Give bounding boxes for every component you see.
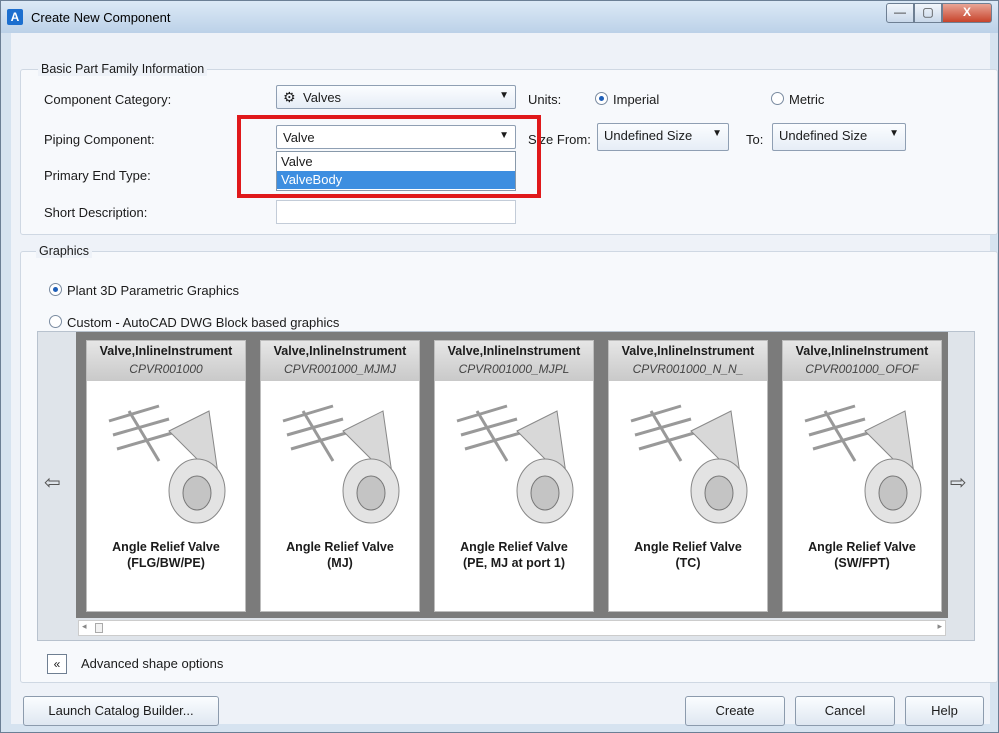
units-label: Units:: [528, 92, 562, 107]
card-type: Valve,InlineInstrument: [447, 344, 581, 358]
card-name-line1: Angle Relief Valve: [808, 540, 916, 554]
window-title: Create New Component: [31, 10, 171, 25]
card-type: Valve,InlineInstrument: [621, 344, 755, 358]
card-code: CPVR001000: [129, 362, 203, 376]
card-name: Angle Relief Valve (SW/FPT): [783, 539, 941, 571]
shape-carousel: ⇦ Valve,InlineInstrument CPVR001000 Angl…: [37, 331, 975, 641]
size-to-value: Undefined Size: [779, 128, 868, 143]
card-code: CPVR001000_MJPL: [458, 362, 570, 376]
component-category-label: Component Category:: [44, 92, 172, 107]
create-button[interactable]: Create: [685, 696, 785, 726]
advanced-shape-options-label[interactable]: Advanced shape options: [81, 656, 223, 671]
shape-card[interactable]: Valve,InlineInstrument CPVR001000_MJMJ A…: [260, 340, 420, 612]
angle-relief-valve-thumbnail: [804, 404, 922, 524]
short-description-input[interactable]: [276, 200, 516, 224]
card-type: Valve,InlineInstrument: [273, 344, 407, 358]
short-description-label: Short Description:: [44, 205, 148, 220]
chevron-down-icon: ▼: [889, 128, 899, 139]
card-name-line1: Angle Relief Valve: [112, 540, 220, 554]
card-header: Valve,InlineInstrument CPVR001000_MJPL: [435, 341, 593, 381]
component-category-combo[interactable]: ⚙ Valves ▼: [276, 85, 516, 109]
basic-info-group-title: Basic Part Family Information: [38, 62, 208, 76]
component-category-value: Valves: [303, 90, 342, 105]
card-name-line2: (PE, MJ at port 1): [462, 556, 566, 570]
card-name-line2: (MJ): [327, 556, 353, 570]
angle-relief-valve-thumbnail: [108, 404, 226, 524]
graphics-group-title: Graphics: [36, 244, 93, 258]
angle-relief-valve-thumbnail: [456, 404, 574, 524]
title-bar: A Create New Component — ▢ X: [1, 1, 998, 33]
create-new-component-window: A Create New Component — ▢ X Basic Part …: [0, 0, 999, 733]
help-button[interactable]: Help: [905, 696, 984, 726]
to-label: To:: [746, 132, 764, 147]
annotation-highlight-box: [237, 115, 541, 198]
maximize-button[interactable]: ▢: [914, 3, 942, 23]
units-imperial-label: Imperial: [613, 92, 660, 107]
units-metric-radio[interactable]: [771, 92, 784, 105]
card-header: Valve,InlineInstrument CPVR001000_OFOF: [783, 341, 941, 381]
horizontal-scrollbar[interactable]: ◂ ▸: [78, 620, 946, 636]
scroll-thumb[interactable]: [95, 623, 103, 633]
card-name: Angle Relief Valve (PE, MJ at port 1): [435, 539, 593, 571]
units-metric-label: Metric: [789, 92, 825, 107]
left-arrow-icon[interactable]: ⇦: [44, 470, 61, 495]
close-button[interactable]: X: [942, 3, 992, 23]
card-name: Angle Relief Valve (TC): [609, 539, 767, 571]
card-header: Valve,InlineInstrument CPVR001000: [87, 341, 245, 381]
graphics-parametric-label: Plant 3D Parametric Graphics: [67, 283, 239, 298]
piping-component-label: Piping Component:: [44, 132, 155, 147]
card-name-line2: (SW/FPT): [834, 556, 890, 570]
app-icon: A: [7, 9, 23, 25]
card-header: Valve,InlineInstrument CPVR001000_N_N_: [609, 341, 767, 381]
card-name-line2: (FLG/BW/PE): [127, 556, 205, 570]
card-header: Valve,InlineInstrument CPVR001000_MJMJ: [261, 341, 419, 381]
carousel-track: Valve,InlineInstrument CPVR001000 Angle …: [76, 332, 948, 618]
card-name: Angle Relief Valve (FLG/BW/PE): [87, 539, 245, 571]
size-from-value: Undefined Size: [604, 128, 693, 143]
right-arrow-icon[interactable]: ⇨: [950, 470, 967, 495]
card-type: Valve,InlineInstrument: [795, 344, 929, 358]
card-name: Angle Relief Valve (MJ): [261, 539, 419, 571]
card-name-line1: Angle Relief Valve: [286, 540, 394, 554]
card-name-line1: Angle Relief Valve: [634, 540, 742, 554]
scroll-left-icon[interactable]: ◂: [82, 621, 87, 632]
card-name-line2: (TC): [675, 556, 701, 570]
scroll-right-icon[interactable]: ▸: [937, 621, 942, 632]
cancel-button[interactable]: Cancel: [795, 696, 895, 726]
dialog-client-area: Basic Part Family Information Component …: [11, 33, 998, 726]
launch-catalog-builder-button[interactable]: Launch Catalog Builder...: [23, 696, 219, 726]
units-imperial-radio[interactable]: [595, 92, 608, 105]
chevron-down-icon: ▼: [499, 90, 509, 101]
size-to-combo[interactable]: Undefined Size ▼: [772, 123, 906, 151]
card-code: CPVR001000_MJMJ: [283, 362, 397, 376]
double-chevron-left-icon[interactable]: «: [47, 654, 67, 674]
primary-end-type-label: Primary End Type:: [44, 168, 151, 183]
angle-relief-valve-thumbnail: [282, 404, 400, 524]
shape-card[interactable]: Valve,InlineInstrument CPVR001000_N_N_ A…: [608, 340, 768, 612]
card-type: Valve,InlineInstrument: [99, 344, 233, 358]
card-code: CPVR001000_OFOF: [805, 362, 919, 376]
card-code: CPVR001000_N_N_: [632, 362, 744, 376]
graphics-custom-label: Custom - AutoCAD DWG Block based graphic…: [67, 315, 340, 330]
card-name-line1: Angle Relief Valve: [460, 540, 568, 554]
shape-card[interactable]: Valve,InlineInstrument CPVR001000 Angle …: [86, 340, 246, 612]
shape-card[interactable]: Valve,InlineInstrument CPVR001000_MJPL A…: [434, 340, 594, 612]
shape-card[interactable]: Valve,InlineInstrument CPVR001000_OFOF A…: [782, 340, 942, 612]
graphics-parametric-radio[interactable]: [49, 283, 62, 296]
valve-icon: ⚙: [283, 89, 296, 105]
chevron-down-icon: ▼: [712, 128, 722, 139]
graphics-custom-radio[interactable]: [49, 315, 62, 328]
size-from-combo[interactable]: Undefined Size ▼: [597, 123, 729, 151]
minimize-button[interactable]: —: [886, 3, 914, 23]
angle-relief-valve-thumbnail: [630, 404, 748, 524]
